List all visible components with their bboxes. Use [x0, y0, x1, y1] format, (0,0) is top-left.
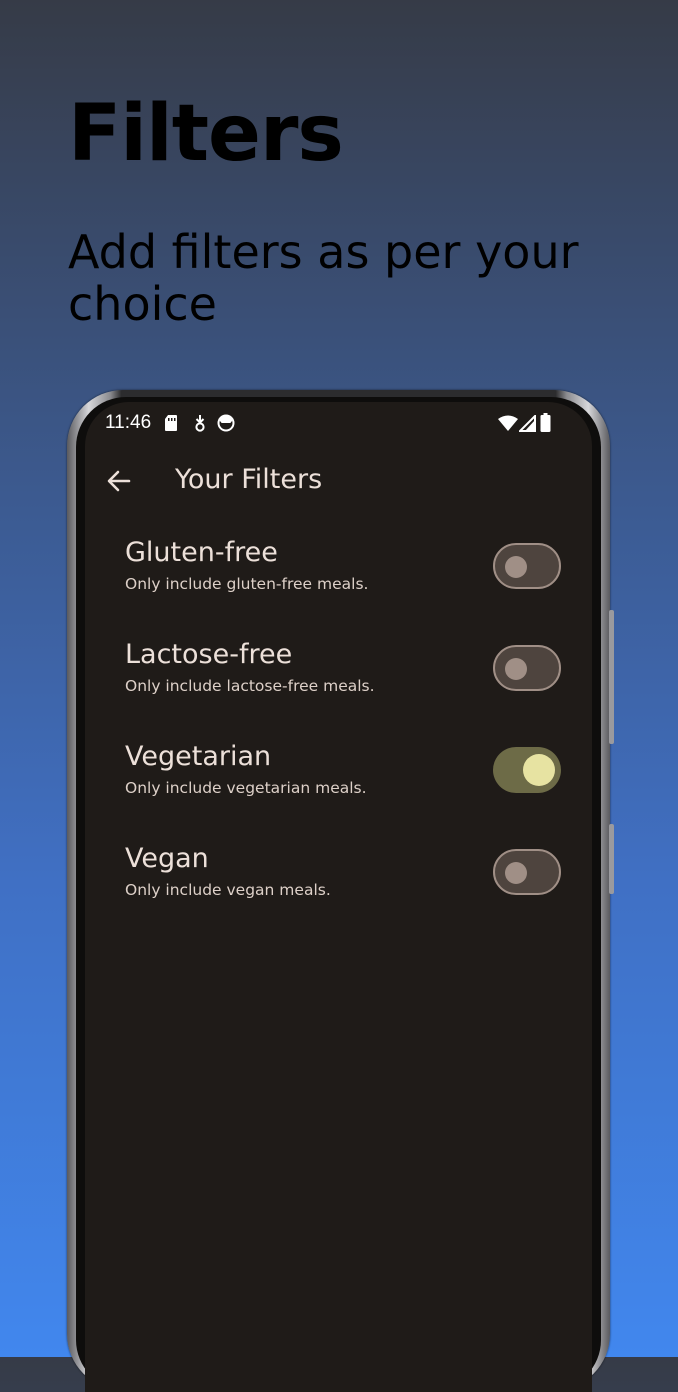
filter-row-vegetarian[interactable]: Vegetarian Only include vegetarian meals… [85, 741, 592, 841]
switch-thumb [505, 862, 527, 884]
phone-frame: 11:46 Your Filters Gluten-free Only incl… [67, 390, 614, 1392]
filter-row-vegan[interactable]: Vegan Only include vegan meals. [85, 843, 592, 943]
filter-subtitle: Only include vegan meals. [125, 881, 331, 899]
battery-icon [540, 413, 551, 436]
phone-volume-button [609, 610, 614, 744]
status-bar: 11:46 [85, 402, 592, 446]
filter-title: Vegetarian [125, 741, 272, 772]
download-icon [193, 414, 207, 436]
promo-subheadline: Add filters as per your choice [68, 225, 579, 331]
phone-screen: 11:46 Your Filters Gluten-free Only incl… [85, 402, 592, 1392]
filter-row-lactose-free[interactable]: Lactose-free Only include lactose-free m… [85, 639, 592, 739]
filter-row-gluten-free[interactable]: Gluten-free Only include gluten-free mea… [85, 537, 592, 637]
filter-title: Lactose-free [125, 639, 293, 670]
filter-subtitle: Only include lactose-free meals. [125, 677, 375, 695]
filter-subtitle: Only include vegetarian meals. [125, 779, 367, 797]
switch-thumb [523, 754, 555, 786]
app-bar: Your Filters [85, 452, 592, 516]
filter-title: Vegan [125, 843, 209, 874]
lactose-free-switch[interactable] [493, 645, 561, 691]
switch-thumb [505, 556, 527, 578]
wifi-icon [498, 415, 518, 436]
arrow-back-icon [99, 470, 139, 506]
screen-title: Your Filters [175, 464, 323, 495]
filter-title: Gluten-free [125, 537, 278, 568]
phone-power-button [609, 824, 614, 894]
promo-headline: Filters [68, 89, 344, 179]
vegan-switch[interactable] [493, 849, 561, 895]
switch-thumb [505, 658, 527, 680]
face-icon [217, 414, 235, 436]
back-button[interactable] [99, 462, 139, 502]
sim-card-icon [164, 414, 178, 436]
vegetarian-switch[interactable] [493, 747, 561, 793]
signal-icon [517, 413, 536, 436]
gluten-free-switch[interactable] [493, 543, 561, 589]
status-time: 11:46 [105, 412, 152, 433]
filter-subtitle: Only include gluten-free meals. [125, 575, 369, 593]
